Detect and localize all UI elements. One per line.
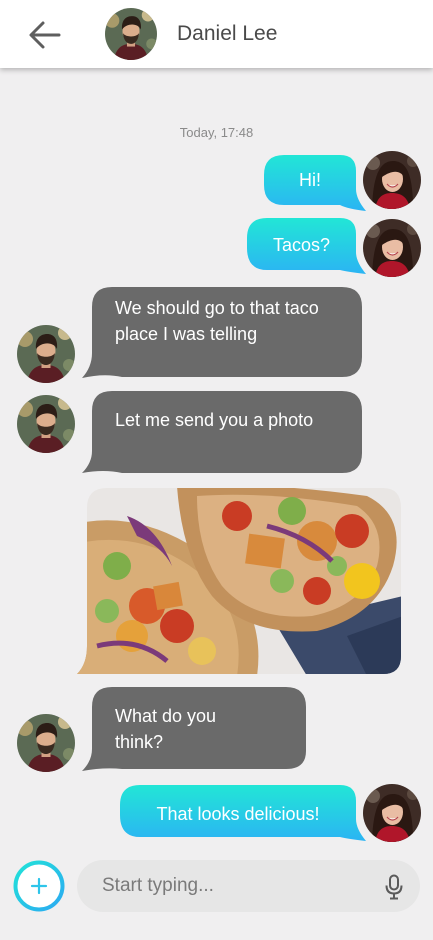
message-input-container	[77, 860, 420, 912]
message-bubble-outgoing[interactable]: That looks delicious!	[120, 785, 366, 841]
back-button[interactable]	[26, 17, 64, 53]
microphone-button[interactable]	[384, 874, 404, 900]
add-attachment-button[interactable]	[13, 860, 65, 912]
message-timestamp: Today, 17:48	[179, 125, 254, 140]
message-text: We should go to that taco place I was te…	[115, 298, 319, 344]
my-avatar	[363, 784, 421, 842]
message-text: That looks delicious!	[156, 804, 320, 824]
message-text: What do you think?	[115, 706, 217, 752]
message-bubble-outgoing[interactable]: Hi!	[264, 155, 366, 211]
contact-avatar[interactable]	[105, 8, 157, 60]
back-arrow-icon	[29, 21, 61, 49]
message-input[interactable]	[102, 860, 372, 912]
contact-photo	[105, 8, 157, 60]
chat-header: Daniel Lee	[0, 0, 433, 68]
plus-icon	[13, 860, 65, 912]
contact-avatar-small	[17, 395, 75, 453]
message-text: Tacos?	[272, 235, 331, 255]
contact-name: Daniel Lee	[177, 22, 278, 45]
message-composer	[0, 850, 433, 940]
message-bubble-outgoing[interactable]: Tacos?	[247, 218, 366, 274]
microphone-icon	[385, 874, 403, 900]
message-bubble-incoming[interactable]: What do you think?	[82, 687, 306, 771]
message-text: Let me send you a photo	[115, 410, 314, 430]
message-photo-tacos[interactable]	[77, 486, 403, 676]
message-bubble-incoming[interactable]: Let me send you a photo	[82, 391, 362, 473]
my-avatar	[363, 151, 421, 209]
contact-avatar-small	[17, 325, 75, 383]
my-avatar	[363, 219, 421, 277]
message-bubble-incoming[interactable]: We should go to that taco place I was te…	[82, 287, 362, 378]
message-text: Hi!	[299, 170, 321, 190]
contact-avatar-small	[17, 714, 75, 772]
